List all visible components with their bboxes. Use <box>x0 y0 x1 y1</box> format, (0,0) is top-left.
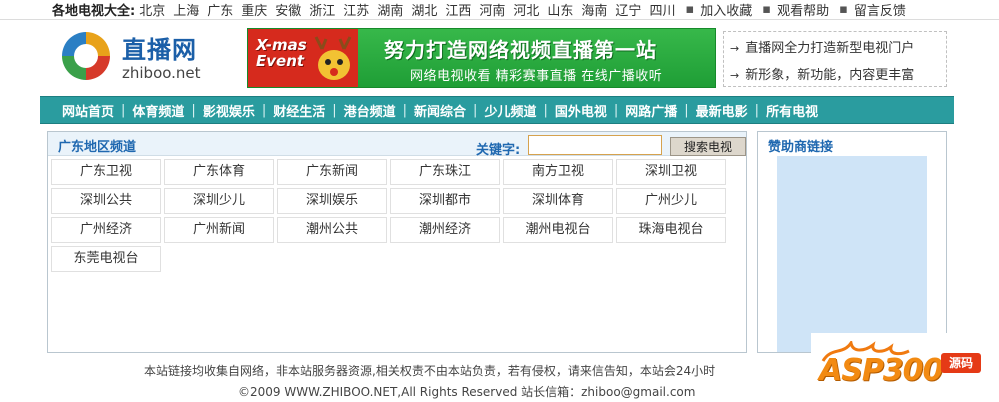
channel-item[interactable]: 南方卫视 <box>503 159 613 185</box>
channel-item[interactable]: 东莞电视台 <box>51 246 161 272</box>
nav-hk-tw[interactable]: 港台频道 <box>344 101 396 120</box>
watch-help-link[interactable]: 观看帮助 <box>777 0 829 19</box>
region-link[interactable]: 辽宁 <box>615 0 641 19</box>
sponsor-title: 赞助商链接 <box>768 140 834 155</box>
channel-item[interactable]: 广州新闻 <box>164 217 274 243</box>
banner-headline: 努力打造网络视频直播第一站 <box>384 38 657 62</box>
bullet-icon: ▪ <box>762 2 772 17</box>
channel-item[interactable]: 广州经济 <box>51 217 161 243</box>
nav-finance[interactable]: 财经生活 <box>273 101 325 120</box>
channel-item[interactable]: 珠海电视台 <box>616 217 726 243</box>
watermark-word: ASP300 <box>819 353 943 388</box>
notice-box: → 直播网全力打造新型电视门户 → 新形象，新功能，内容更丰富 <box>723 31 947 87</box>
banner-tagline: 网络电视收看 精彩赛事直播 在线广播收听 <box>410 69 663 84</box>
region-link[interactable]: 重庆 <box>241 0 267 19</box>
promo-banner[interactable]: X-mas Event 努力打造网络视频直播第一站 网络电视收看 精彩赛事直播 … <box>247 28 716 88</box>
reindeer-icon <box>314 36 352 80</box>
region-link[interactable]: 四川 <box>649 0 675 19</box>
nav-movies[interactable]: 最新电影 <box>696 101 748 120</box>
search-tv-button[interactable]: 搜索电视 <box>670 137 746 156</box>
channel-item[interactable]: 广东珠江 <box>390 159 500 185</box>
swirl-logo-icon <box>60 30 112 82</box>
bullet-icon: ▪ <box>685 2 695 17</box>
channel-panel: 广东地区频道 关键字: 搜索电视 广东卫视 广东体育 广东新闻 广东珠江 南方卫… <box>47 131 747 353</box>
keyword-label: 关键字: <box>476 143 521 158</box>
region-link[interactable]: 河北 <box>513 0 539 19</box>
notice-line: → 新形象，新功能，内容更丰富 <box>730 68 915 83</box>
channel-item[interactable]: 深圳都市 <box>390 188 500 214</box>
nav-home[interactable]: 网站首页 <box>62 101 114 120</box>
channel-item[interactable]: 潮州公共 <box>277 217 387 243</box>
nav-radio[interactable]: 网路广播 <box>625 101 677 120</box>
main-nav: 网站首页 | 体育频道 | 影视娱乐 | 财经生活 | 港台频道 | 新闻综合 | 少儿频道… <box>40 96 954 124</box>
channel-item[interactable]: 深圳少儿 <box>164 188 274 214</box>
region-link[interactable]: 江苏 <box>343 0 369 19</box>
region-link[interactable]: 海南 <box>581 0 607 19</box>
arrow-right-icon: → <box>730 69 740 82</box>
sponsor-ad-area[interactable] <box>777 156 927 352</box>
region-link[interactable]: 河南 <box>479 0 505 19</box>
channel-item[interactable]: 潮州电视台 <box>503 217 613 243</box>
nav-all-tv[interactable]: 所有电视 <box>766 101 818 120</box>
logo-text-en: zhiboo.net <box>122 64 201 82</box>
channel-item[interactable]: 深圳卫视 <box>616 159 726 185</box>
region-bar: 各地电视大全: 北京 上海 广东 重庆 安徽 浙江 江苏 湖南 湖北 江西 河南… <box>0 0 999 20</box>
feedback-link[interactable]: 留言反馈 <box>854 0 906 19</box>
channel-item[interactable]: 广东卫视 <box>51 159 161 185</box>
arrow-right-icon: → <box>730 42 740 55</box>
channel-item[interactable]: 潮州经济 <box>390 217 500 243</box>
channel-item[interactable]: 广东体育 <box>164 159 274 185</box>
channel-item[interactable]: 深圳体育 <box>503 188 613 214</box>
xmas-badge: X-mas Event <box>248 29 358 87</box>
region-link[interactable]: 上海 <box>173 0 199 19</box>
nav-kids[interactable]: 少儿频道 <box>484 101 536 120</box>
panel-title: 广东地区频道 <box>58 140 137 155</box>
footer-copyright: ©2009 WWW.ZHIBOO.NET,All Rights Reserved… <box>238 385 696 399</box>
region-link[interactable]: 北京 <box>139 0 165 19</box>
bullet-icon: ▪ <box>839 2 848 17</box>
region-link[interactable]: 湖南 <box>377 0 403 19</box>
region-link[interactable]: 安徽 <box>275 0 301 19</box>
notice-line: → 直播网全力打造新型电视门户 <box>730 41 915 56</box>
nav-entertainment[interactable]: 影视娱乐 <box>203 101 255 120</box>
keyword-input[interactable] <box>528 135 662 155</box>
region-link[interactable]: 广东 <box>207 0 233 19</box>
region-bar-lead: 各地电视大全: <box>52 4 136 19</box>
nav-foreign[interactable]: 国外电视 <box>555 101 607 120</box>
nav-sports[interactable]: 体育频道 <box>132 101 184 120</box>
channel-item[interactable]: 深圳公共 <box>51 188 161 214</box>
region-link[interactable]: 浙江 <box>309 0 335 19</box>
region-link[interactable]: 山东 <box>547 0 573 19</box>
region-link[interactable]: 江西 <box>445 0 471 19</box>
add-favorite-link[interactable]: 加入收藏 <box>700 0 752 19</box>
channel-item[interactable]: 广东新闻 <box>277 159 387 185</box>
watermark-tag: 源码 <box>941 353 981 373</box>
channel-item[interactable]: 深圳娱乐 <box>277 188 387 214</box>
sponsor-panel: 赞助商链接 <box>757 131 947 353</box>
logo-text-cn: 直播网 <box>122 36 197 64</box>
region-link[interactable]: 湖北 <box>411 0 437 19</box>
site-logo[interactable]: 直播网 zhiboo.net <box>58 26 228 86</box>
channel-item[interactable]: 广州少儿 <box>616 188 726 214</box>
asp300-watermark: ASP300 源码 <box>811 333 999 402</box>
nav-news[interactable]: 新闻综合 <box>414 101 466 120</box>
footer-disclaimer: 本站链接均收集自网络，非本站服务器资源,相关权责不由本站负责，若有侵权，请来信告… <box>144 364 716 378</box>
